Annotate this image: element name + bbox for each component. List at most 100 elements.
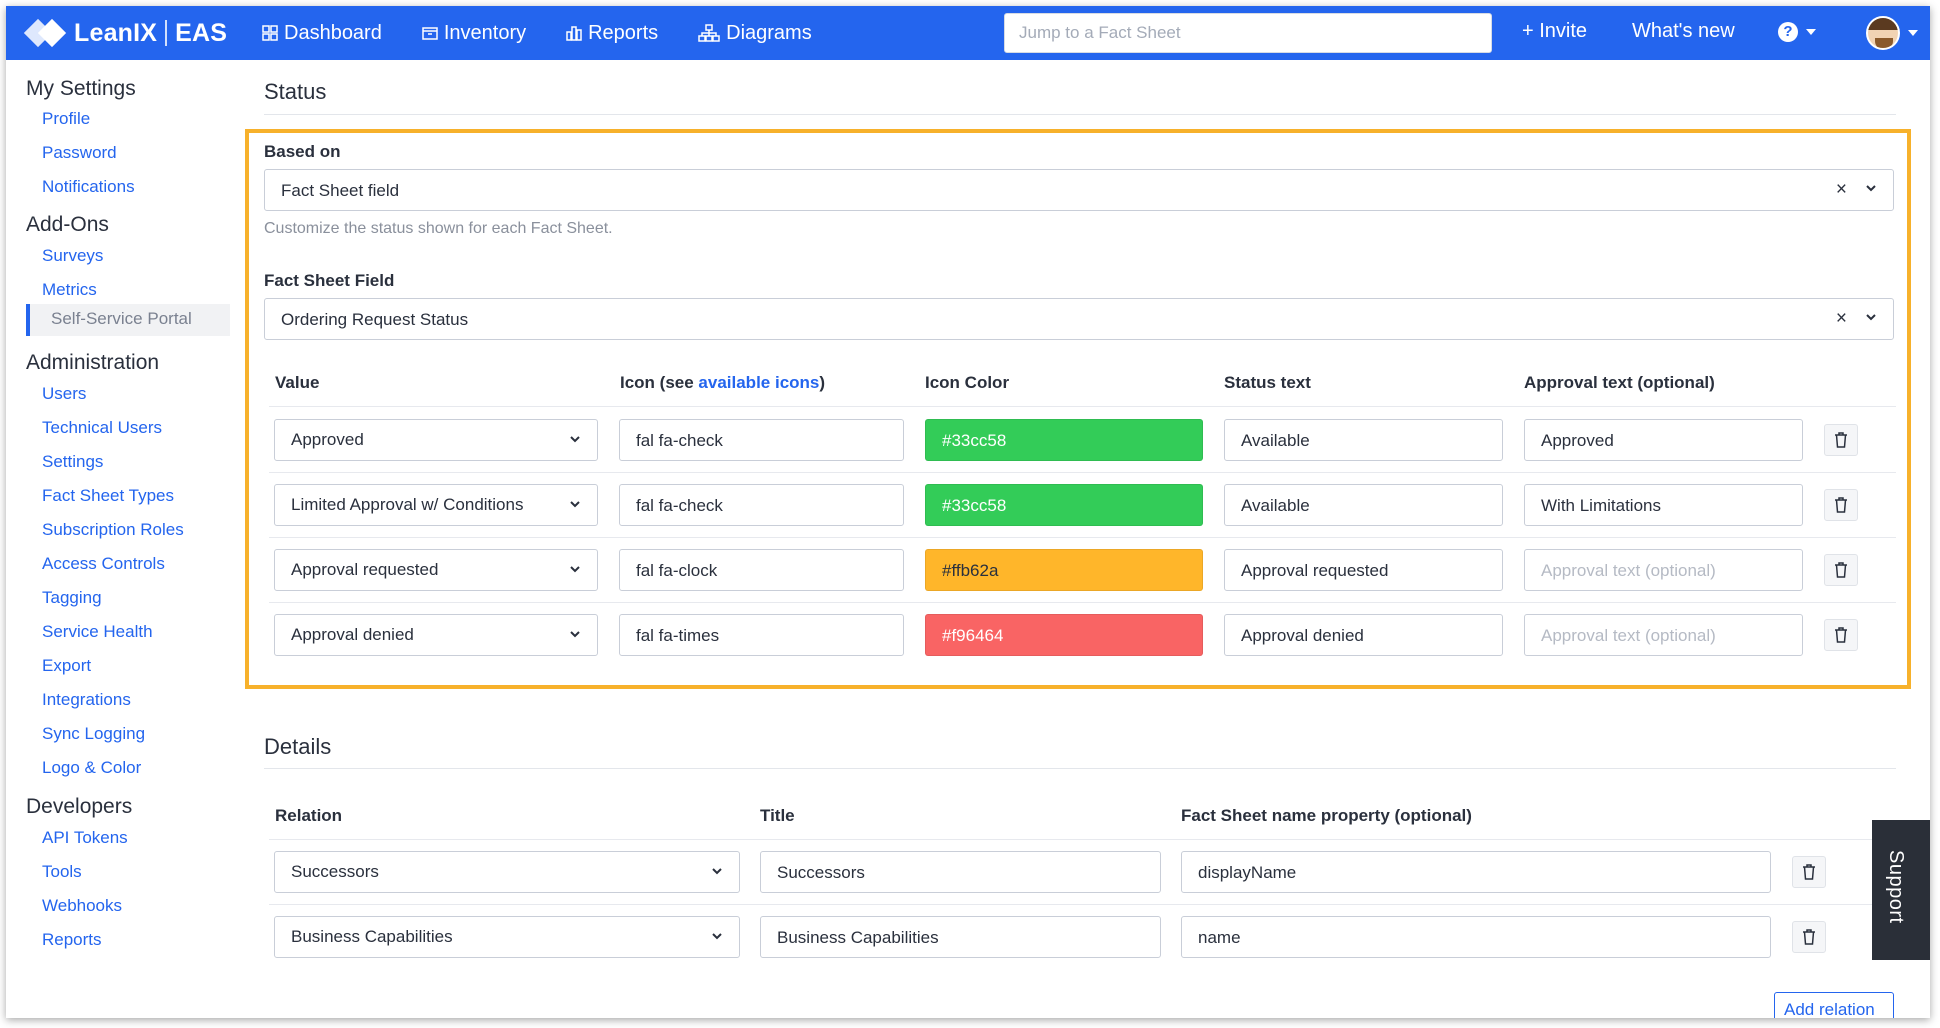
sidebar-item-users[interactable]: Users bbox=[42, 384, 86, 404]
relation-title-input[interactable]: Successors bbox=[760, 851, 1161, 893]
jump-to-fact-sheet-input[interactable]: Jump to a Fact Sheet bbox=[1004, 13, 1492, 53]
sidebar-item-surveys[interactable]: Surveys bbox=[42, 246, 103, 266]
status-text-input[interactable]: Available bbox=[1224, 484, 1503, 526]
sidebar-item-access-controls[interactable]: Access Controls bbox=[42, 554, 165, 574]
divider bbox=[269, 602, 1896, 603]
sidebar-item-tagging[interactable]: Tagging bbox=[42, 588, 102, 608]
icon-class-input[interactable]: fal fa-clock bbox=[619, 549, 904, 591]
status-value-select[interactable]: Approved bbox=[274, 419, 598, 461]
sidebar-item-metrics[interactable]: Metrics bbox=[42, 280, 97, 300]
approval-text-input[interactable]: Approval text (optional) bbox=[1524, 549, 1803, 591]
sidebar-item-subscription-roles[interactable]: Subscription Roles bbox=[42, 520, 184, 540]
sidebar-item-settings[interactable]: Settings bbox=[42, 452, 103, 472]
name-property-input[interactable]: displayName bbox=[1181, 851, 1771, 893]
sidebar-item-reports[interactable]: Reports bbox=[42, 930, 102, 950]
sidebar-item-fact-sheet-types[interactable]: Fact Sheet Types bbox=[42, 486, 174, 506]
nav-diagrams[interactable]: Diagrams bbox=[698, 22, 812, 45]
divider bbox=[264, 114, 1896, 115]
support-tab[interactable]: Support bbox=[1872, 820, 1930, 960]
leanix-logo[interactable]: LeanIX EAS bbox=[23, 18, 244, 48]
icon-color-input[interactable]: #ffb62a bbox=[925, 549, 1203, 591]
delete-relation-button[interactable] bbox=[1792, 921, 1826, 953]
approval-text-input[interactable]: Approval text (optional) bbox=[1524, 614, 1803, 656]
delete-row-button[interactable] bbox=[1824, 619, 1858, 651]
status-value-select[interactable]: Limited Approval w/ Conditions bbox=[274, 484, 598, 526]
whats-new-link[interactable]: What's new bbox=[1632, 20, 1735, 43]
trash-icon bbox=[1835, 432, 1847, 448]
trash-icon bbox=[1803, 929, 1815, 945]
nav-inventory[interactable]: Inventory bbox=[422, 22, 526, 45]
column-header-name-property: Fact Sheet name property (optional) bbox=[1181, 806, 1472, 825]
icon-class-input[interactable]: fal fa-check bbox=[619, 419, 904, 461]
available-icons-link[interactable]: available icons bbox=[698, 373, 819, 392]
sidebar-section-developers: Developers bbox=[26, 795, 133, 818]
status-heading: Status bbox=[264, 79, 327, 104]
sidebar-item-self-service-portal[interactable]: Self-Service Portal bbox=[26, 304, 230, 336]
sidebar-item-sync-logging[interactable]: Sync Logging bbox=[42, 724, 145, 744]
sidebar-item-export[interactable]: Export bbox=[42, 656, 91, 676]
sidebar-item-tools[interactable]: Tools bbox=[42, 862, 82, 882]
relation-title-input[interactable]: Business Capabilities bbox=[760, 916, 1161, 958]
approval-text-input[interactable]: Approved bbox=[1524, 419, 1803, 461]
trash-icon bbox=[1835, 562, 1847, 578]
delete-row-button[interactable] bbox=[1824, 489, 1858, 521]
chevron-down-icon bbox=[570, 566, 580, 573]
chevron-down-icon bbox=[1866, 314, 1876, 321]
add-relation-button[interactable]: Add relation bbox=[1774, 992, 1894, 1018]
delete-relation-button[interactable] bbox=[1792, 856, 1826, 888]
sidebar-item-webhooks[interactable]: Webhooks bbox=[42, 896, 122, 916]
nav-reports[interactable]: Reports bbox=[566, 22, 658, 45]
user-menu[interactable] bbox=[1854, 6, 1930, 60]
delete-row-button[interactable] bbox=[1824, 424, 1858, 456]
sidebar-item-service-health[interactable]: Service Health bbox=[42, 622, 153, 642]
logo-mark-icon bbox=[23, 18, 68, 48]
trash-icon bbox=[1803, 864, 1815, 880]
logo-divider bbox=[165, 20, 168, 46]
help-menu[interactable]: ? bbox=[1778, 22, 1816, 42]
sidebar-item-password[interactable]: Password bbox=[42, 143, 117, 163]
invite-button[interactable]: + Invite bbox=[1522, 20, 1587, 43]
sidebar-item-notifications[interactable]: Notifications bbox=[42, 177, 135, 197]
chevron-down-icon bbox=[1806, 29, 1816, 35]
clear-icon[interactable]: × bbox=[1836, 179, 1847, 201]
fact-sheet-field-select[interactable]: Ordering Request Status × bbox=[264, 298, 1894, 340]
status-value: Approval denied bbox=[291, 625, 414, 644]
based-on-select[interactable]: Fact Sheet field × bbox=[264, 169, 1894, 211]
delete-row-button[interactable] bbox=[1824, 554, 1858, 586]
name-property-input[interactable]: name bbox=[1181, 916, 1771, 958]
status-value: Limited Approval w/ Conditions bbox=[291, 495, 524, 514]
column-header-title: Title bbox=[760, 806, 795, 825]
sidebar-item-logo-color[interactable]: Logo & Color bbox=[42, 758, 141, 778]
nav-dashboard[interactable]: Dashboard bbox=[262, 22, 382, 45]
status-text-input[interactable]: Approval requested bbox=[1224, 549, 1503, 591]
dashboard-icon bbox=[262, 25, 278, 41]
sidebar-item-technical-users[interactable]: Technical Users bbox=[42, 418, 162, 438]
details-heading: Details bbox=[264, 734, 332, 759]
clear-icon[interactable]: × bbox=[1836, 308, 1847, 330]
divider bbox=[269, 406, 1896, 407]
relation-select[interactable]: Successors bbox=[274, 851, 740, 893]
approval-text-input[interactable]: With Limitations bbox=[1524, 484, 1803, 526]
status-text-input[interactable]: Approval denied bbox=[1224, 614, 1503, 656]
divider bbox=[269, 904, 1896, 905]
status-text-input[interactable]: Available bbox=[1224, 419, 1503, 461]
sidebar-item-integrations[interactable]: Integrations bbox=[42, 690, 131, 710]
logo-name: LeanIX bbox=[74, 18, 158, 47]
relation-select[interactable]: Business Capabilities bbox=[274, 916, 740, 958]
icon-class-input[interactable]: fal fa-times bbox=[619, 614, 904, 656]
icon-color-input[interactable]: #33cc58 bbox=[925, 484, 1203, 526]
icon-color-input[interactable]: #33cc58 bbox=[925, 419, 1203, 461]
workspace-name: EAS bbox=[175, 18, 228, 47]
status-value-select[interactable]: Approval denied bbox=[274, 614, 598, 656]
status-value-select[interactable]: Approval requested bbox=[274, 549, 598, 591]
icon-class-input[interactable]: fal fa-check bbox=[619, 484, 904, 526]
divider bbox=[264, 768, 1896, 769]
sidebar-section-my-settings: My Settings bbox=[26, 77, 136, 100]
chevron-down-icon bbox=[712, 868, 722, 875]
icon-header-suffix: ) bbox=[819, 373, 826, 392]
column-header-relation: Relation bbox=[275, 806, 343, 825]
sidebar-item-profile[interactable]: Profile bbox=[42, 109, 90, 129]
sidebar-item-api-tokens[interactable]: API Tokens bbox=[42, 828, 128, 848]
support-label: Support bbox=[1885, 850, 1907, 924]
icon-color-input[interactable]: #f96464 bbox=[925, 614, 1203, 656]
